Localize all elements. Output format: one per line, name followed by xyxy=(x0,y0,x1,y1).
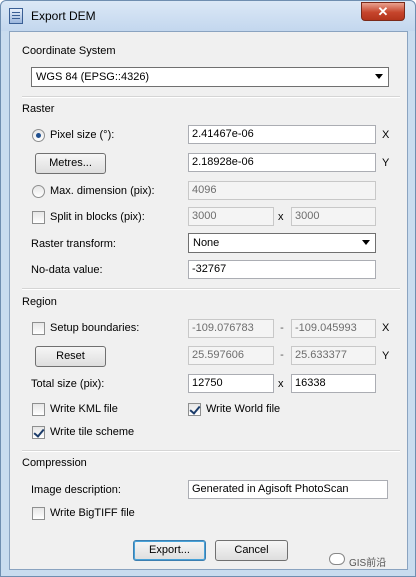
range-dash: - xyxy=(280,322,284,334)
coordinate-system-heading: Coordinate System xyxy=(22,45,116,57)
export-dem-dialog: Export DEM ✕ Coordinate System WGS 84 (E… xyxy=(0,0,416,577)
pixel-size-x-value: 2.41467e-06 xyxy=(192,128,254,140)
write-world-checkbox[interactable] xyxy=(188,403,201,416)
block-height-value: 3000 xyxy=(295,210,320,222)
pixel-size-y-field[interactable]: 2.18928e-06 xyxy=(188,153,376,172)
pixel-size-x-field[interactable]: 2.41467e-06 xyxy=(188,125,376,144)
watermark-text: GIS前沿 xyxy=(349,558,387,569)
x-min-field[interactable]: -109.076783 xyxy=(188,319,274,338)
reset-button[interactable]: Reset xyxy=(35,346,106,367)
coordinate-system-value: WGS 84 (EPSG::4326) xyxy=(36,71,150,83)
coordinate-system-select[interactable]: WGS 84 (EPSG::4326) xyxy=(31,67,389,87)
window-title: Export DEM xyxy=(31,9,96,23)
export-button[interactable]: Export... xyxy=(133,540,206,561)
max-dimension-label: Max. dimension (pix): xyxy=(50,185,155,197)
nodata-label: No-data value: xyxy=(31,264,103,276)
region-heading: Region xyxy=(22,296,57,308)
max-dimension-radio[interactable] xyxy=(32,185,45,198)
write-world-label: Write World file xyxy=(206,403,281,415)
raster-transform-select[interactable]: None xyxy=(188,233,376,253)
pixel-size-label: Pixel size (°): xyxy=(50,129,115,141)
image-description-value: Generated in Agisoft PhotoScan xyxy=(192,483,349,495)
write-kml-label: Write KML file xyxy=(50,403,118,415)
write-tile-scheme-checkbox[interactable] xyxy=(32,426,45,439)
block-width-field[interactable]: 3000 xyxy=(188,207,274,226)
raster-heading: Raster xyxy=(22,103,55,115)
divider xyxy=(22,450,400,452)
nodata-field[interactable]: -32767 xyxy=(188,260,376,279)
times-label: x xyxy=(278,211,284,223)
max-dimension-field[interactable]: 4096 xyxy=(188,181,376,200)
cancel-button[interactable]: Cancel xyxy=(215,540,288,561)
image-description-field[interactable]: Generated in Agisoft PhotoScan xyxy=(188,480,388,499)
chevron-down-icon xyxy=(375,74,383,79)
x-axis-label: X xyxy=(382,322,390,334)
setup-boundaries-checkbox[interactable] xyxy=(32,322,45,335)
close-icon: ✕ xyxy=(377,4,389,19)
total-height-value: 16338 xyxy=(295,377,326,389)
setup-boundaries-label: Setup boundaries: xyxy=(50,322,140,334)
range-dash: - xyxy=(280,349,284,361)
metres-button[interactable]: Metres... xyxy=(35,153,106,174)
y-max-value: 25.633377 xyxy=(295,349,347,361)
write-bigtiff-checkbox[interactable] xyxy=(32,507,45,520)
split-blocks-label: Split in blocks (pix): xyxy=(50,211,145,223)
write-bigtiff-label: Write BigTIFF file xyxy=(50,507,135,519)
split-blocks-checkbox[interactable] xyxy=(32,211,45,224)
wechat-icon xyxy=(329,553,345,565)
chevron-down-icon xyxy=(362,240,370,245)
raster-transform-label: Raster transform: xyxy=(31,238,116,250)
max-dimension-value: 4096 xyxy=(192,184,217,196)
close-button[interactable]: ✕ xyxy=(361,2,405,21)
compression-heading: Compression xyxy=(22,457,87,469)
block-width-value: 3000 xyxy=(192,210,217,222)
y-axis-label: Y xyxy=(382,157,390,169)
divider xyxy=(22,96,400,98)
block-height-field[interactable]: 3000 xyxy=(291,207,376,226)
pixel-size-radio[interactable] xyxy=(32,129,45,142)
title-bar[interactable]: Export DEM ✕ xyxy=(1,1,415,31)
write-tile-scheme-label: Write tile scheme xyxy=(50,426,135,438)
x-max-value: -109.045993 xyxy=(295,322,357,334)
x-axis-label: X xyxy=(382,129,390,141)
x-max-field[interactable]: -109.045993 xyxy=(291,319,376,338)
write-kml-checkbox[interactable] xyxy=(32,403,45,416)
y-min-value: 25.597606 xyxy=(192,349,244,361)
y-max-field[interactable]: 25.633377 xyxy=(291,346,376,365)
raster-transform-value: None xyxy=(193,237,220,249)
nodata-value: -32767 xyxy=(192,263,227,275)
times-label: x xyxy=(278,378,284,390)
y-min-field[interactable]: 25.597606 xyxy=(188,346,274,365)
divider xyxy=(22,288,400,290)
total-width-value: 12750 xyxy=(192,377,223,389)
y-axis-label: Y xyxy=(382,350,390,362)
total-height-field[interactable]: 16338 xyxy=(291,374,376,393)
total-width-field[interactable]: 12750 xyxy=(188,374,274,393)
pixel-size-y-value: 2.18928e-06 xyxy=(192,156,254,168)
image-description-label: Image description: xyxy=(31,484,121,496)
app-icon xyxy=(9,8,23,24)
dialog-body: Coordinate System WGS 84 (EPSG::4326) Ra… xyxy=(9,31,408,570)
total-size-label: Total size (pix): xyxy=(31,378,105,390)
x-min-value: -109.076783 xyxy=(192,322,254,334)
